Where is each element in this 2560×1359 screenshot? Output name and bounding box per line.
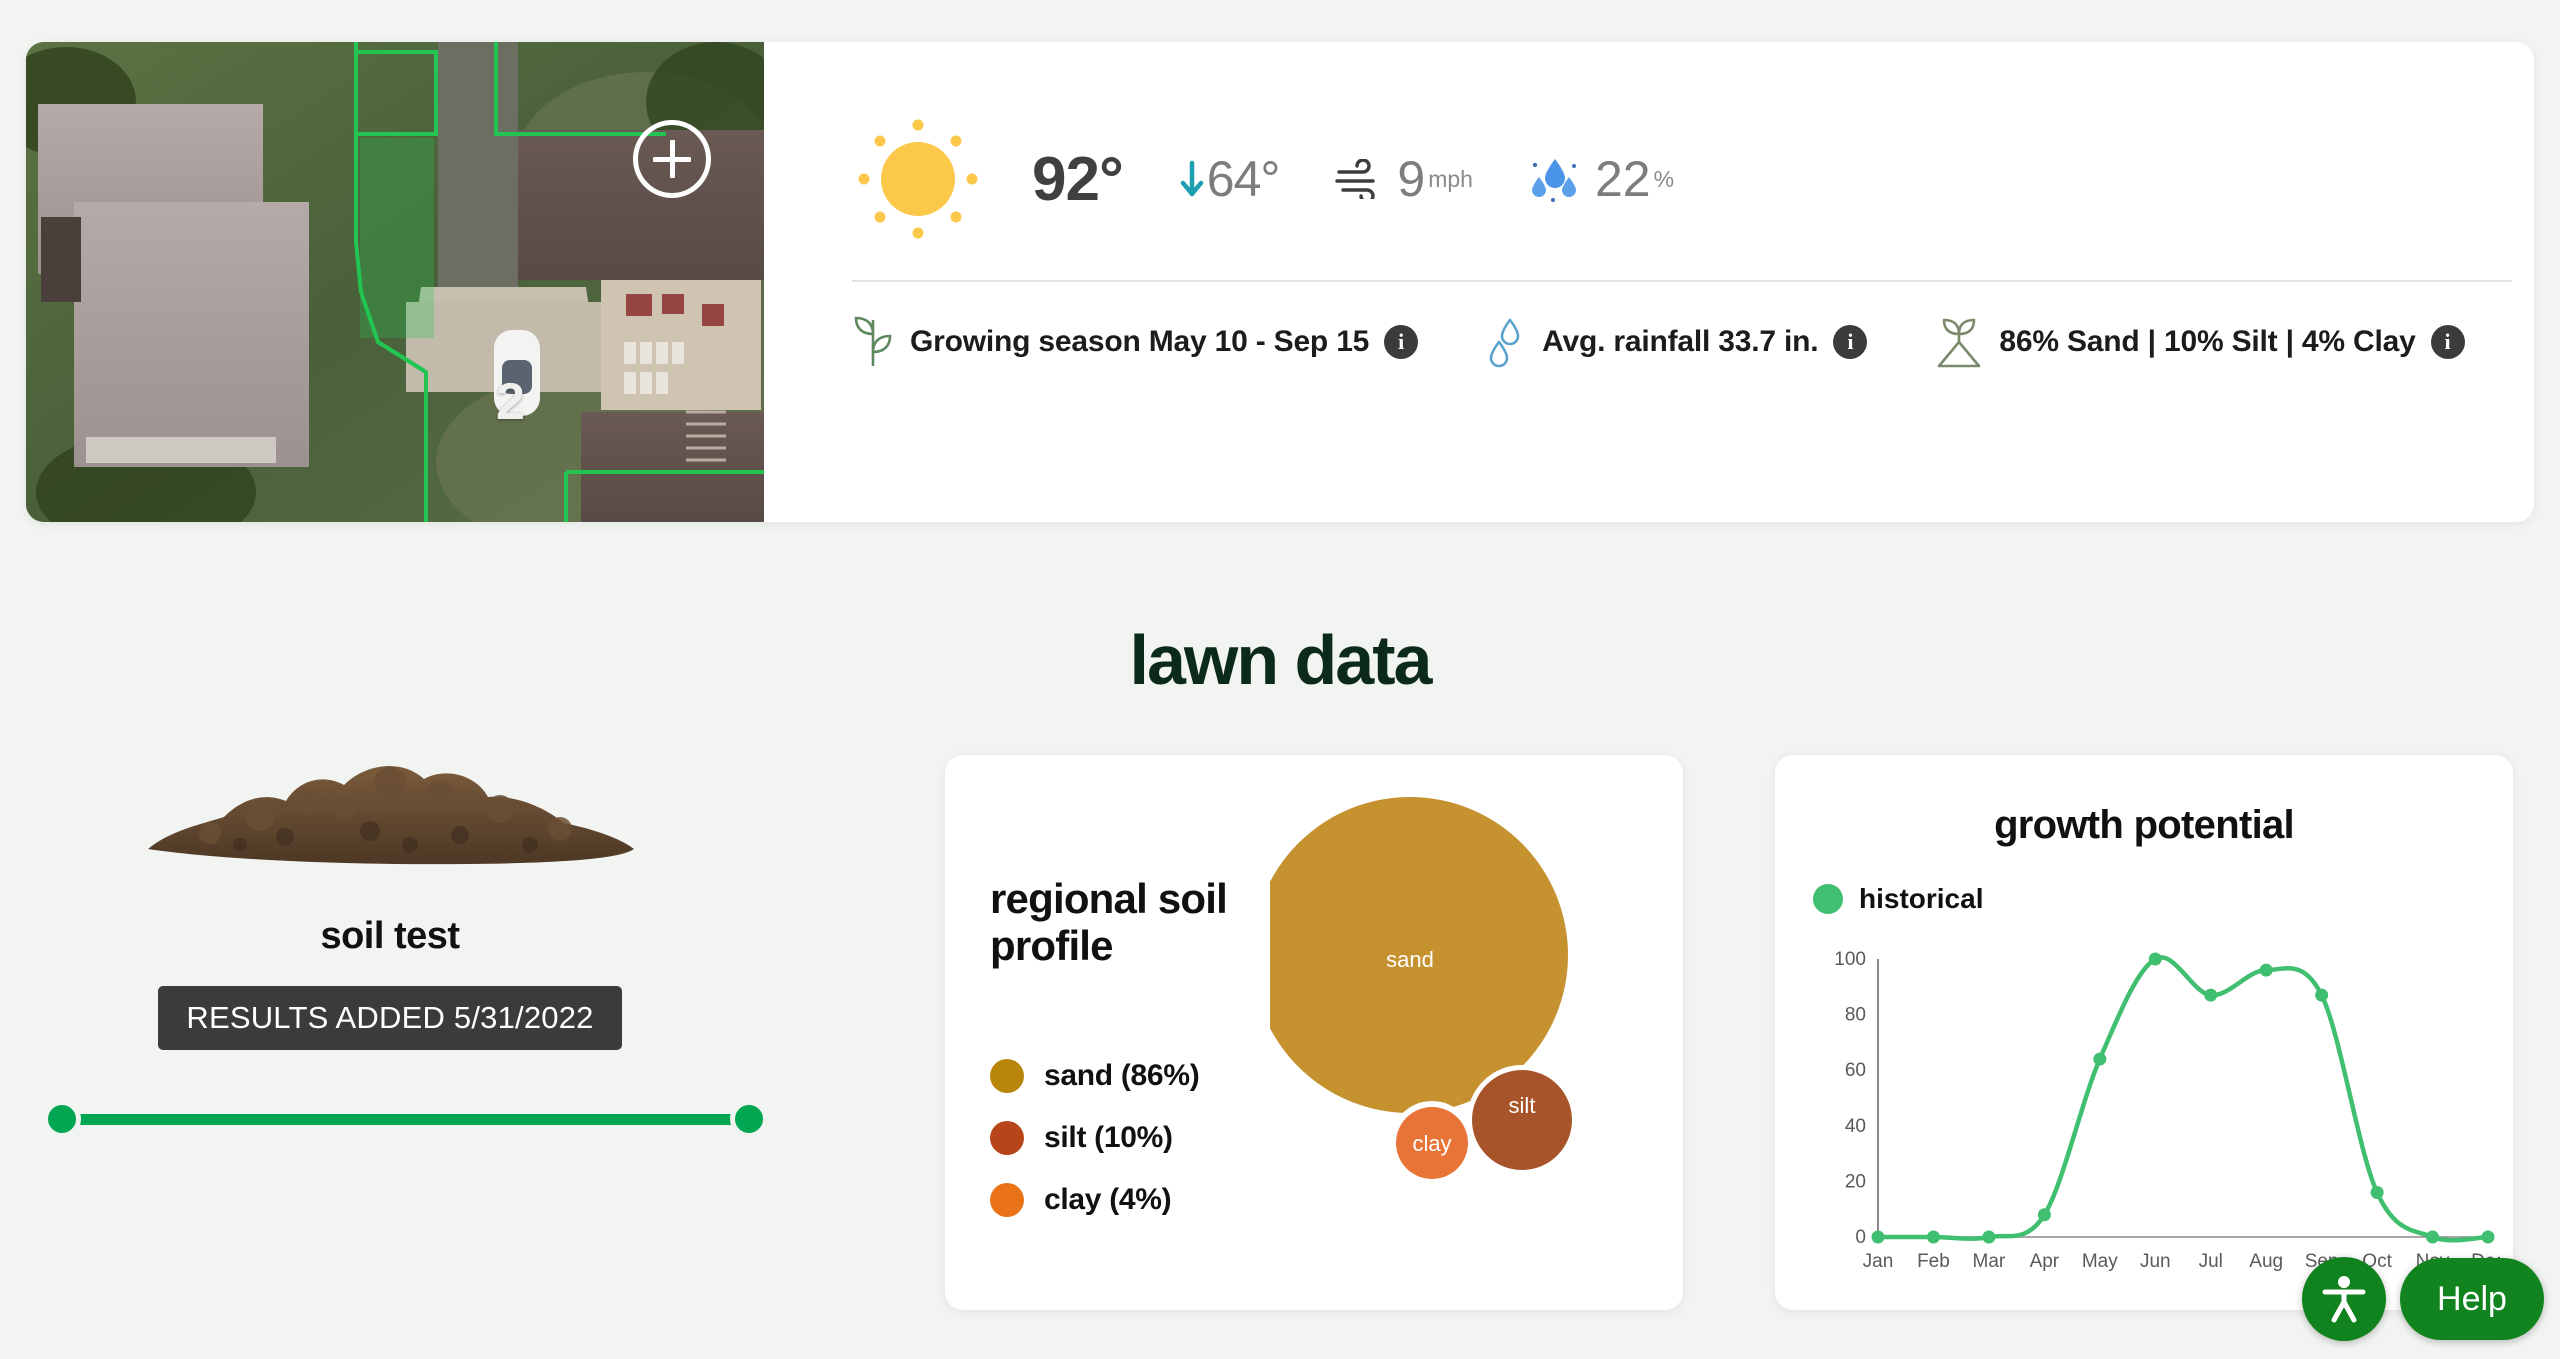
soil-sprout-icon: [1935, 314, 1983, 370]
soil-test-timeline[interactable]: [38, 1100, 768, 1140]
help-button[interactable]: Help: [2400, 1258, 2544, 1340]
humidity-group: 22 %: [1527, 150, 1674, 208]
growth-line-chart: 0 20 40 60 80 100 Jan Feb Mar Apr May Jun Jul Aug Sep O…: [1800, 945, 2505, 1285]
growing-season-info-badge[interactable]: i: [1384, 325, 1419, 359]
soil-profile-legend: sand (86%) silt (10%) clay (4%): [990, 1045, 1200, 1231]
svg-text:Apr: Apr: [2030, 1251, 2060, 1272]
property-info-row: Growing season May 10 - Sep 15 i Avg. ra…: [852, 282, 2512, 402]
growing-season-item: Growing season May 10 - Sep 15 i: [852, 314, 1419, 370]
sun-icon: [852, 113, 984, 245]
svg-text:40: 40: [1845, 1116, 1866, 1137]
avg-rainfall-item: Avg. rainfall 33.7 in. i: [1486, 314, 1868, 370]
leaf-sprout-icon: [852, 314, 894, 370]
bubble-label-silt: silt: [1509, 1093, 1536, 1118]
svg-text:100: 100: [1834, 949, 1866, 970]
growing-season-text: Growing season May 10 - Sep 15: [910, 325, 1370, 358]
svg-text:Jul: Jul: [2199, 1251, 2223, 1272]
add-zone-button[interactable]: [633, 120, 711, 198]
low-temperature-group: 64°: [1177, 150, 1280, 208]
legend-label-historical: historical: [1859, 883, 1984, 914]
humidity-value: 22: [1594, 151, 1651, 207]
svg-text:Aug: Aug: [2249, 1251, 2283, 1272]
svg-text:Jan: Jan: [1863, 1251, 1894, 1272]
accessibility-person-icon: [2322, 1276, 2366, 1323]
raindrops-icon: [1486, 314, 1526, 370]
legend-label-sand: sand (86%): [1044, 1059, 1200, 1092]
legend-item-silt: silt (10%): [990, 1107, 1199, 1169]
svg-text:May: May: [2082, 1251, 2118, 1272]
legend-item-clay: clay (4%): [990, 1169, 1199, 1231]
accessibility-button[interactable]: [2302, 1257, 2386, 1341]
legend-dot-sand: [990, 1059, 1024, 1093]
humidity-unit: %: [1653, 165, 1675, 192]
legend-label-silt: silt (10%): [1044, 1121, 1173, 1154]
svg-text:80: 80: [1845, 1005, 1866, 1026]
bubble-label-clay: clay: [1412, 1131, 1451, 1156]
soil-composition-info-badge[interactable]: i: [2430, 325, 2465, 359]
soil-bubble-chart: sand silt clay: [1270, 795, 1683, 1215]
soil-composition-text: 86% Sand | 10% Silt | 4% Clay: [1999, 325, 2416, 358]
avg-rainfall-text: Avg. rainfall 33.7 in.: [1542, 325, 1819, 358]
soil-test-results-chip[interactable]: RESULTS ADDED 5/31/2022: [158, 986, 622, 1050]
soil-test-title: soil test: [320, 915, 460, 957]
timeline-track: [60, 1114, 746, 1125]
soil-test-panel: soil test RESULTS ADDED 5/31/2022: [30, 745, 750, 1050]
growth-potential-card: growth potential historical 0 20 40 60 80 100…: [1775, 755, 2513, 1310]
legend-dot-historical: [1813, 884, 1843, 914]
svg-text:Jun: Jun: [2140, 1251, 2171, 1272]
svg-text:Mar: Mar: [1973, 1251, 2006, 1272]
weather-panel: 92° 64° 9 mph 22 % Growing season May 10…: [764, 42, 2534, 522]
bubble-silt: [1472, 1070, 1572, 1170]
weather-summary-row: 92° 64° 9 mph 22 %: [834, 94, 2512, 264]
page-title: lawn data: [1129, 621, 1433, 699]
wind-speed-value: 9: [1397, 151, 1426, 207]
svg-text:0: 0: [1855, 1227, 1866, 1248]
bubble-label-sand: sand: [1386, 947, 1434, 972]
soil-pile-icon: [148, 766, 634, 865]
avg-rainfall-info-badge[interactable]: i: [1833, 325, 1868, 359]
legend-dot-silt: [990, 1121, 1024, 1155]
property-map-thumbnail[interactable]: 2: [26, 42, 764, 522]
low-temperature-value: 64°: [1206, 151, 1281, 207]
regional-soil-profile-card: regional soil profile sand (86%) silt (1…: [945, 755, 1683, 1310]
water-drops-icon: [1531, 159, 1576, 202]
plus-icon-vertical: [669, 140, 675, 178]
soil-profile-title: regional soil profile: [990, 875, 1228, 970]
overview-card: 2 92° 64° 9 mph 22 % Growing season May …: [26, 42, 2534, 522]
svg-text:Feb: Feb: [1917, 1251, 1950, 1272]
arrow-down-icon: [1180, 160, 1204, 197]
legend-label-clay: clay (4%): [1044, 1183, 1172, 1216]
current-high-temperature: 92°: [1032, 144, 1124, 214]
map-zone-number: 2: [496, 373, 525, 431]
svg-text:60: 60: [1845, 1060, 1866, 1081]
growth-legend: historical: [1813, 883, 1983, 915]
wind-icon: [1335, 159, 1376, 199]
soil-composition-item: 86% Sand | 10% Silt | 4% Clay i: [1935, 314, 2465, 370]
legend-item-sand: sand (86%): [990, 1045, 1200, 1107]
wind-group: 9 mph: [1333, 150, 1473, 208]
wind-speed-unit: mph: [1428, 165, 1473, 192]
svg-text:20: 20: [1845, 1171, 1866, 1192]
growth-potential-title: growth potential: [1994, 803, 2295, 847]
legend-dot-clay: [990, 1183, 1024, 1217]
timeline-node-start[interactable]: [43, 1100, 81, 1138]
aerial-map-image: [26, 42, 764, 522]
timeline-node-end[interactable]: [730, 1100, 768, 1138]
